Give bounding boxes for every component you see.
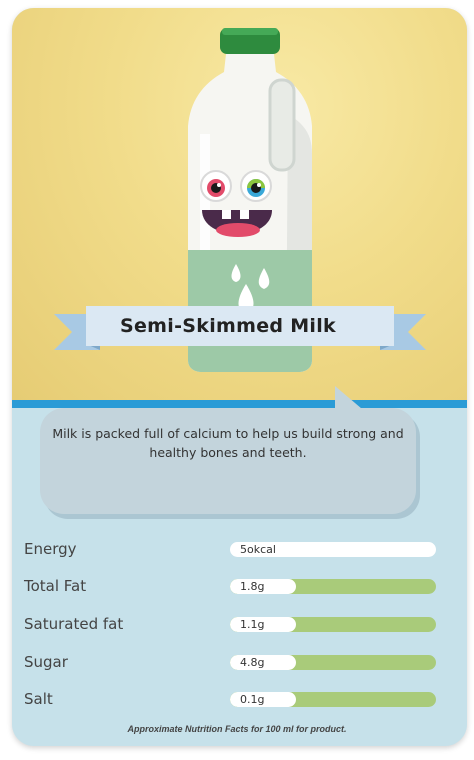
nutrition-value: 5okcal	[240, 543, 276, 556]
nutrition-bar: 5okcal	[230, 542, 436, 557]
nutrition-row-energy: Energy 5okcal	[24, 540, 440, 560]
nutrition-row-total-fat: Total Fat 1.8g	[24, 577, 440, 597]
nutrition-bar: 1.1g	[230, 617, 436, 632]
nutrition-value: 1.8g	[240, 580, 265, 593]
nutrition-label: Saturated fat	[24, 615, 124, 633]
product-title: Semi-Skimmed Milk	[120, 315, 336, 337]
nutrition-value: 1.1g	[240, 618, 265, 631]
nutrition-footnote: Approximate Nutrition Facts for 100 ml f…	[127, 724, 347, 734]
bottle-handle	[268, 78, 296, 172]
section-divider	[12, 400, 467, 408]
nutrition-label: Total Fat	[24, 577, 87, 595]
nutrition-label: Energy	[24, 540, 77, 558]
nutrition-bar: 4.8g	[230, 655, 436, 670]
product-description: Milk is packed full of calcium to help u…	[52, 426, 404, 460]
nutrition-row-sugar: Sugar 4.8g	[24, 653, 440, 673]
nutrition-bar: 1.8g	[230, 579, 436, 594]
nutrition-bar: 0.1g	[230, 692, 436, 707]
nutrition-value: 0.1g	[240, 693, 265, 706]
nutrition-value: 4.8g	[240, 656, 265, 669]
nutrition-row-saturated-fat: Saturated fat 1.1g	[24, 615, 440, 635]
nutrition-label: Sugar	[24, 653, 68, 671]
nutrition-row-salt: Salt 0.1g	[24, 690, 440, 710]
nutrition-label: Salt	[24, 690, 53, 708]
